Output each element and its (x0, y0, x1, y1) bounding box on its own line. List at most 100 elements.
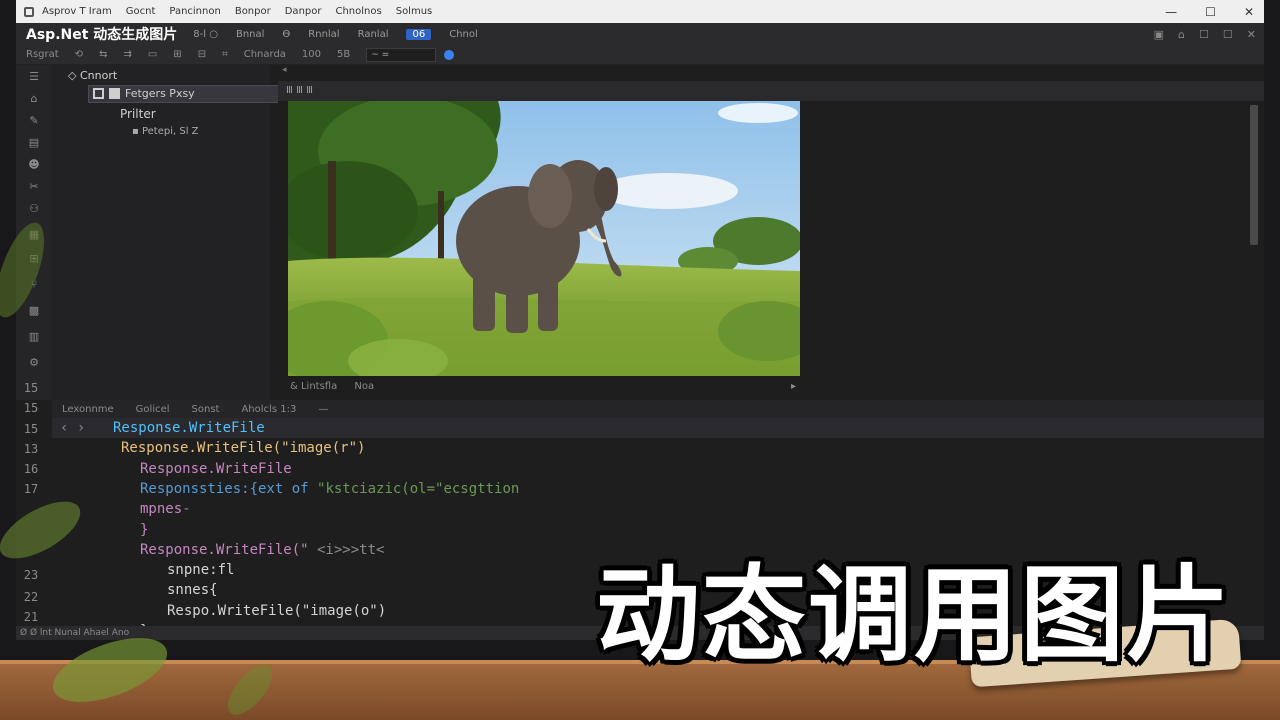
menu-item-5[interactable]: Chnolnos (335, 6, 381, 17)
zoom-value[interactable]: 100 (302, 49, 321, 60)
tree-root[interactable]: ◇ Cnnort (68, 67, 117, 85)
diamond-icon: ◇ (68, 69, 80, 82)
editor-tab-0[interactable]: Lexonnme (62, 404, 114, 415)
menu-item-2[interactable]: Pancinnon (169, 6, 220, 17)
refresh-icon[interactable]: ⟲ (75, 49, 83, 60)
preview-footer-arrow[interactable]: ▸ (791, 378, 796, 396)
menu-item-3[interactable]: Bonpor (235, 6, 271, 17)
people-icon[interactable]: ⚇ (27, 203, 41, 215)
code-line: Response.WriteFile("image(r") (121, 438, 365, 458)
collapse-icon[interactable]: ⊟ (198, 49, 206, 60)
code-token: <i>>>tt< (308, 541, 385, 558)
line-number: 16 (23, 462, 39, 476)
run-icon[interactable] (444, 49, 455, 60)
editor-tab-1[interactable]: Golicel (136, 404, 170, 415)
toolbar-item-2[interactable]: Ɵ (282, 29, 290, 40)
home-icon[interactable]: ⌂ (1178, 28, 1185, 41)
home-icon[interactable]: ⌂ (27, 93, 41, 105)
preview-scrollbar[interactable] (1250, 105, 1258, 245)
pen-icon[interactable]: ✎ (27, 115, 41, 127)
toolbar-item-5[interactable]: Chnol (449, 29, 478, 40)
editor-tab-2[interactable]: Sonst (192, 404, 220, 415)
tree-selected-label: Fetgers Pxsy (125, 87, 195, 100)
line-number: 17 (23, 482, 39, 496)
toolbar-item-0[interactable]: 8-l ○ (193, 29, 218, 40)
editor-tab-4[interactable]: — (318, 404, 328, 415)
app-title: Asp.Net 动态生成图片 (26, 27, 178, 43)
git-icon[interactable]: ⑂ (27, 279, 41, 291)
code-token: mpnes (140, 501, 183, 518)
frame-icon[interactable]: ▭ (148, 49, 157, 60)
fold-icon[interactable]: ‹ › (60, 418, 85, 438)
toolbar-item-active[interactable]: 06 (406, 28, 432, 40)
code-token: snpne:fl (167, 562, 235, 579)
code-line: snpne:fl (167, 560, 234, 580)
square-icon: ▪ (132, 126, 142, 137)
menu-bar: Asprov T Iram Gocnt Pancinnon Bonpor Dan… (16, 0, 1264, 23)
code-line: Response.WriteFile(" <i>>>tt< (140, 540, 384, 560)
code-token: - (182, 501, 191, 518)
code-token: Response.WriteFile (113, 420, 265, 436)
menu-item-1[interactable]: Gocnt (126, 6, 156, 17)
line-number: 23 (23, 568, 39, 582)
database-icon[interactable]: ▦ (27, 229, 41, 241)
code-token: Response.WriteFile(" (140, 541, 309, 558)
code-token: Respo.WriteFile("image(o") (167, 602, 387, 619)
settings-icon[interactable]: ⚙ (27, 357, 41, 369)
checkbox-icon[interactable] (93, 88, 104, 99)
grid-icon[interactable]: ⊞ (173, 49, 181, 60)
blocks-icon[interactable]: ▩ (27, 305, 41, 317)
code-token: } (140, 521, 149, 538)
solution-explorer: ◇ Cnnort Fetgers Pxsy ⌄ Prilter ▪ Petepi… (52, 65, 304, 400)
tree-item-selected[interactable]: Fetgers Pxsy ⌄ (88, 85, 304, 103)
tree-leaf[interactable]: ▪ Petepi, Sl Z (132, 123, 199, 141)
tree-child[interactable]: Prilter (120, 105, 156, 123)
toolbar-item-3[interactable]: Rnnlal (308, 29, 339, 40)
minimize-button[interactable]: — (1165, 5, 1177, 19)
extensions-icon[interactable]: ⊞ (27, 253, 41, 265)
maximize-button[interactable]: ☐ (1205, 5, 1216, 19)
code-token: Response.WriteFile (140, 460, 292, 477)
toolbar2-item-10[interactable]: 5B (337, 49, 350, 60)
tools-icon[interactable]: ✂ (27, 181, 41, 193)
code-token: snnes{ (167, 582, 218, 599)
preview-footer-mid: Noa (354, 381, 375, 392)
preview-tab[interactable]: ◂ (278, 65, 1264, 78)
split-icon[interactable]: ☐ (1223, 28, 1233, 41)
config-select[interactable]: ~ = (366, 47, 437, 62)
toolbar-item-1[interactable]: Bnnal (236, 29, 264, 40)
window-controls: — ☐ ✕ (1165, 0, 1254, 23)
menu-icon[interactable]: ☰ (27, 71, 41, 83)
menu-item-4[interactable]: Danpor (285, 6, 322, 17)
file-icon (109, 88, 120, 99)
code-line: Response.WriteFile (113, 418, 265, 438)
tree-root-label: Cnnort (79, 69, 118, 82)
forward-icon[interactable]: ⇉ (123, 49, 131, 60)
menu-item-0[interactable]: Asprov T Iram (42, 6, 112, 17)
toolbar2-item-8[interactable]: Chnarda (244, 49, 286, 60)
panel-icon[interactable]: ☐ (1199, 28, 1209, 41)
preview-header: Ⅲ Ⅲ Ⅲ (278, 81, 1264, 101)
hash-icon[interactable]: ⌗ (222, 49, 228, 60)
close-panel-icon[interactable]: ✕ (1247, 28, 1256, 41)
activity-bar: ☰ ⌂ ✎ ▤ ☻ ✂ ⚇ ▦ ⊞ ⑂ ▩ ▥ ⚙ (16, 65, 52, 400)
code-line: snnes{ (167, 580, 218, 600)
files-icon[interactable]: ▤ (27, 137, 41, 149)
image-preview-panel: ◂ Ⅲ Ⅲ Ⅲ & Lintsfla Noa ▸ (278, 65, 1264, 400)
user-icon[interactable]: ☻ (27, 159, 41, 171)
preview-footer: & Lintsfla Noa ▸ (288, 378, 800, 396)
toolbar2-item-0[interactable]: Rsgrat (26, 49, 59, 60)
close-button[interactable]: ✕ (1244, 5, 1254, 19)
code-line: Response.WriteFile (140, 459, 292, 479)
menu-item-6[interactable]: Solmus (396, 6, 433, 17)
elephant-photo (288, 101, 800, 376)
layout-icon[interactable]: ▣ (1154, 28, 1164, 41)
toolbar-item-4[interactable]: Ranlal (358, 29, 389, 40)
tree-leaf-label: Petepi, Sl Z (141, 126, 199, 137)
elephant-photo-graphic (288, 101, 800, 376)
swap-icon[interactable]: ⇆ (99, 49, 107, 60)
code-line: mpnes- (140, 499, 191, 519)
editor-tab-3[interactable]: Aholcls 1:3 (241, 404, 296, 415)
code-token: Responssties:{ext of (140, 480, 318, 497)
chart-icon[interactable]: ▥ (27, 331, 41, 343)
